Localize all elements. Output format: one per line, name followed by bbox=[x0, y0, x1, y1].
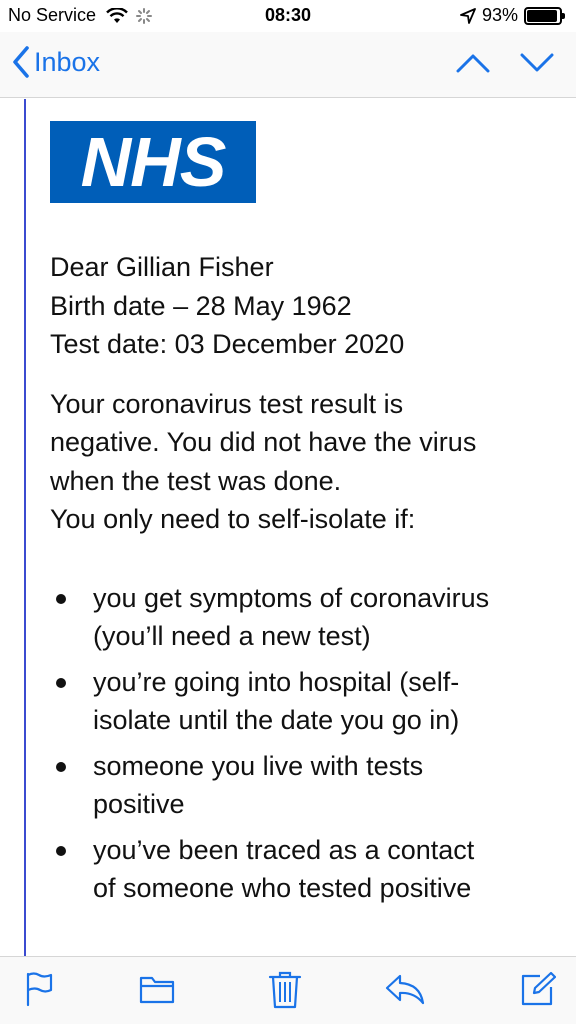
flag-button[interactable] bbox=[24, 971, 54, 1012]
greeting-line: Dear Gillian Fisher bbox=[50, 252, 274, 282]
list-item: you’re going into hospital (self- isolat… bbox=[50, 663, 550, 740]
bullet-icon bbox=[56, 677, 66, 688]
test-date-line: Test date: 03 December 2020 bbox=[50, 329, 405, 359]
battery-icon bbox=[524, 6, 565, 25]
chevron-down-icon bbox=[520, 53, 554, 72]
bullet-icon bbox=[56, 761, 66, 772]
birth-date-line: Birth date – 28 May 1962 bbox=[50, 290, 352, 321]
next-message-button[interactable] bbox=[520, 52, 554, 79]
list-item: you’ve been traced as a contact of someo… bbox=[50, 831, 550, 908]
compose-icon bbox=[521, 971, 557, 1006]
list-item-line: of someone who tested positive bbox=[93, 873, 472, 903]
result-paragraph: Your coronavirus test result is negative… bbox=[50, 385, 550, 539]
list-item-line: positive bbox=[93, 789, 185, 819]
reply-button[interactable] bbox=[384, 971, 426, 1012]
message-body: NHS Dear Gillian Fisher Birth date – 28 … bbox=[0, 99, 576, 956]
bullet-icon bbox=[56, 593, 66, 604]
battery-percent: 93% bbox=[481, 5, 518, 25]
location-arrow-icon bbox=[460, 7, 476, 24]
list-item-line: you’ve been traced as a contact bbox=[93, 834, 475, 865]
list-item-line: (you’ll need a new test) bbox=[93, 621, 371, 651]
chevron-left-icon bbox=[13, 46, 29, 78]
back-to-inbox-button[interactable]: Inbox bbox=[12, 46, 100, 78]
message-text: Dear Gillian Fisher Birth date – 28 May … bbox=[50, 248, 550, 915]
greeting-block: Dear Gillian Fisher Birth date – 28 May … bbox=[50, 248, 550, 364]
bullet-icon bbox=[56, 845, 66, 856]
self-isolate-heading: You only need to self-isolate if: bbox=[50, 504, 416, 534]
quote-bar bbox=[24, 99, 26, 956]
mail-screen: No Service 08:30 93% Inbox NHS Dear Gill… bbox=[0, 0, 576, 1024]
delete-button[interactable] bbox=[268, 971, 302, 1014]
result-line: when the test was done. bbox=[50, 465, 342, 496]
result-line: negative. You did not have the virus bbox=[50, 427, 477, 457]
reply-icon bbox=[385, 974, 425, 1005]
nhs-logo: NHS bbox=[50, 121, 256, 203]
result-line: Your coronavirus test result is bbox=[50, 388, 404, 419]
trash-icon bbox=[268, 971, 302, 1009]
list-item-line: isolate until the date you go in) bbox=[93, 705, 460, 735]
status-right: 93% bbox=[460, 5, 565, 26]
chevron-up-icon bbox=[456, 54, 490, 73]
nav-bar: Inbox bbox=[0, 32, 576, 98]
previous-message-button[interactable] bbox=[456, 52, 490, 79]
list-item-line: you’re going into hospital (self- bbox=[93, 666, 460, 697]
back-label: Inbox bbox=[34, 46, 101, 77]
move-to-folder-button[interactable] bbox=[139, 971, 175, 1012]
bottom-toolbar bbox=[0, 956, 576, 1024]
compose-button[interactable] bbox=[520, 971, 557, 1012]
message-navigation bbox=[426, 52, 554, 79]
nhs-logo-text: NHS bbox=[80, 123, 227, 201]
list-item: you get symptoms of coronavirus (you’ll … bbox=[50, 579, 550, 656]
folder-icon bbox=[139, 976, 175, 1004]
status-bar: No Service 08:30 93% bbox=[0, 0, 576, 32]
list-item-line: someone you live with tests bbox=[93, 750, 424, 781]
self-isolate-conditions: you get symptoms of coronavirus (you’ll … bbox=[50, 579, 550, 908]
list-item: someone you live with tests positive bbox=[50, 747, 550, 824]
list-item-line: you get symptoms of coronavirus bbox=[93, 582, 490, 613]
flag-icon bbox=[26, 972, 53, 1007]
battery-level bbox=[527, 9, 557, 22]
